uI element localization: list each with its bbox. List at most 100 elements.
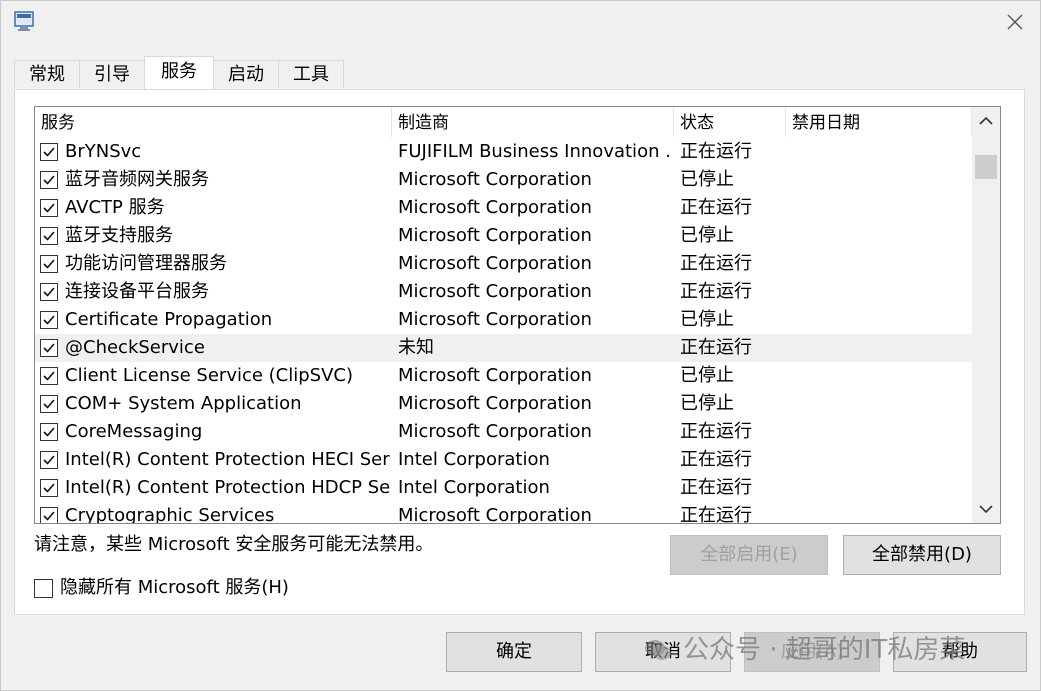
services-list[interactable]: 服务 制造商 状态 禁用日期 BrYNSvc FUJIFILM Business … [34,106,1001,524]
column-header-service[interactable]: 服务 [35,107,392,137]
service-name-cell: Intel(R) Content Protection HDCP Se... [65,477,390,498]
disabled-date-cell [792,278,970,306]
service-checkbox[interactable] [40,395,58,413]
service-checkbox[interactable] [40,283,58,301]
table-row[interactable]: Certificate Propagation Microsoft Corpora… [35,306,972,334]
service-name-cell: 连接设备平台服务 [65,281,209,302]
scroll-thumb[interactable] [975,155,997,179]
service-name-cell: Client License Service (ClipSVC) [65,365,354,386]
table-row[interactable]: AVCTP 服务 Microsoft Corporation 正在运行 [35,194,972,222]
status-cell: 正在运行 [680,281,752,302]
status-cell: 已停止 [680,393,734,414]
chevron-up-icon [979,116,993,125]
status-cell: 已停止 [680,309,734,330]
manufacturer-cell: Microsoft Corporation [398,197,592,218]
tab-services[interactable]: 服务 [144,56,214,89]
service-checkbox[interactable] [40,367,58,385]
column-header-manufacturer[interactable]: 制造商 [392,107,674,137]
table-row[interactable]: Client License Service (ClipSVC) Microsof… [35,362,972,390]
service-name-cell: CoreMessaging [65,421,203,442]
disabled-date-cell [792,474,970,502]
manufacturer-cell: Microsoft Corporation [398,281,592,302]
table-row[interactable]: COM+ System Application Microsoft Corpora… [35,390,972,418]
checkmark-icon [43,287,55,297]
tab-boot[interactable]: 引导 [79,60,145,88]
column-header-status[interactable]: 状态 [674,107,786,137]
column-header-disabled-date[interactable]: 禁用日期 [786,107,972,137]
checkmark-icon [43,371,55,381]
service-name-cell: 蓝牙音频网关服务 [65,169,209,190]
table-row[interactable]: 蓝牙支持服务 Microsoft Corporation 已停止 [35,222,972,250]
table-row[interactable]: CoreMessaging Microsoft Corporation 正在运行 [35,418,972,446]
manufacturer-cell: Intel Corporation [398,449,550,470]
table-row[interactable]: 蓝牙音频网关服务 Microsoft Corporation 已停止 [35,166,972,194]
tab-tools[interactable]: 工具 [278,60,344,88]
manufacturer-cell: Intel Corporation [398,477,550,498]
service-name-cell: 功能访问管理器服务 [65,253,227,274]
table-row[interactable]: Intel(R) Content Protection HECI Ser... I… [35,446,972,474]
hide-microsoft-services-checkbox[interactable] [34,579,53,598]
service-checkbox[interactable] [40,451,58,469]
table-row[interactable]: BrYNSvc FUJIFILM Business Innovation ... 正… [35,138,972,166]
service-checkbox[interactable] [40,199,58,217]
enable-all-button[interactable]: 全部启用(E) [670,535,828,575]
table-row[interactable]: 连接设备平台服务 Microsoft Corporation 正在运行 [35,278,972,306]
service-name-cell: AVCTP 服务 [65,197,165,218]
service-checkbox[interactable] [40,479,58,497]
checkmark-icon [43,259,55,269]
disabled-date-cell [792,418,970,446]
table-row[interactable]: @CheckService 未知 正在运行 [35,334,972,362]
msconfig-app-icon [14,10,36,32]
service-checkbox[interactable] [40,143,58,161]
hide-microsoft-services-label[interactable]: 隐藏所有 Microsoft 服务(H) [60,576,289,600]
security-services-note: 请注意，某些 Microsoft 安全服务可能无法禁用。 [34,534,434,555]
disabled-date-cell [792,502,970,523]
vertical-scrollbar[interactable] [972,107,1000,523]
service-checkbox[interactable] [40,339,58,357]
table-row[interactable]: 功能访问管理器服务 Microsoft Corporation 正在运行 [35,250,972,278]
manufacturer-cell: Microsoft Corporation [398,253,592,274]
service-checkbox[interactable] [40,423,58,441]
disabled-date-cell [792,390,970,418]
disabled-date-cell [792,222,970,250]
service-checkbox[interactable] [40,311,58,329]
disabled-date-cell [792,362,970,390]
disabled-date-cell [792,446,970,474]
checkmark-icon [43,175,55,185]
wechat-icon [645,640,671,660]
close-button[interactable] [998,6,1032,38]
scroll-up-button[interactable] [972,107,1000,135]
manufacturer-cell: Microsoft Corporation [398,421,592,442]
checkmark-icon [43,203,55,213]
manufacturer-cell: 未知 [398,337,434,358]
table-row[interactable]: Intel(R) Content Protection HDCP Se... In… [35,474,972,502]
manufacturer-cell: Microsoft Corporation [398,393,592,414]
service-checkbox[interactable] [40,171,58,189]
close-icon [1007,14,1023,30]
scroll-down-button[interactable] [972,495,1000,523]
table-row[interactable]: Cryptographic Services Microsoft Corporat… [35,502,972,523]
status-cell: 已停止 [680,225,734,246]
disabled-date-cell [792,166,970,194]
disabled-date-cell [792,194,970,222]
tab-general[interactable]: 常规 [14,60,80,88]
service-name-cell: Certificate Propagation [65,309,273,330]
service-checkbox[interactable] [40,227,58,245]
service-checkbox[interactable] [40,507,58,523]
service-checkbox[interactable] [40,255,58,273]
manufacturer-cell: Microsoft Corporation [398,169,592,190]
disabled-date-cell [792,138,970,166]
service-name-cell: @CheckService [65,337,205,358]
disable-all-button[interactable]: 全部禁用(D) [843,535,1001,575]
ok-button[interactable]: 确定 [446,632,582,672]
watermark: 公众号 · 超哥的IT私房菜 [643,630,965,670]
checkmark-icon [43,455,55,465]
checkmark-icon [43,231,55,241]
checkmark-icon [43,147,55,157]
tab-startup[interactable]: 启动 [213,60,279,88]
status-cell: 已停止 [680,169,734,190]
checkmark-icon [43,511,55,521]
checkmark-icon [43,315,55,325]
disabled-date-cell [792,250,970,278]
checkmark-icon [43,427,55,437]
